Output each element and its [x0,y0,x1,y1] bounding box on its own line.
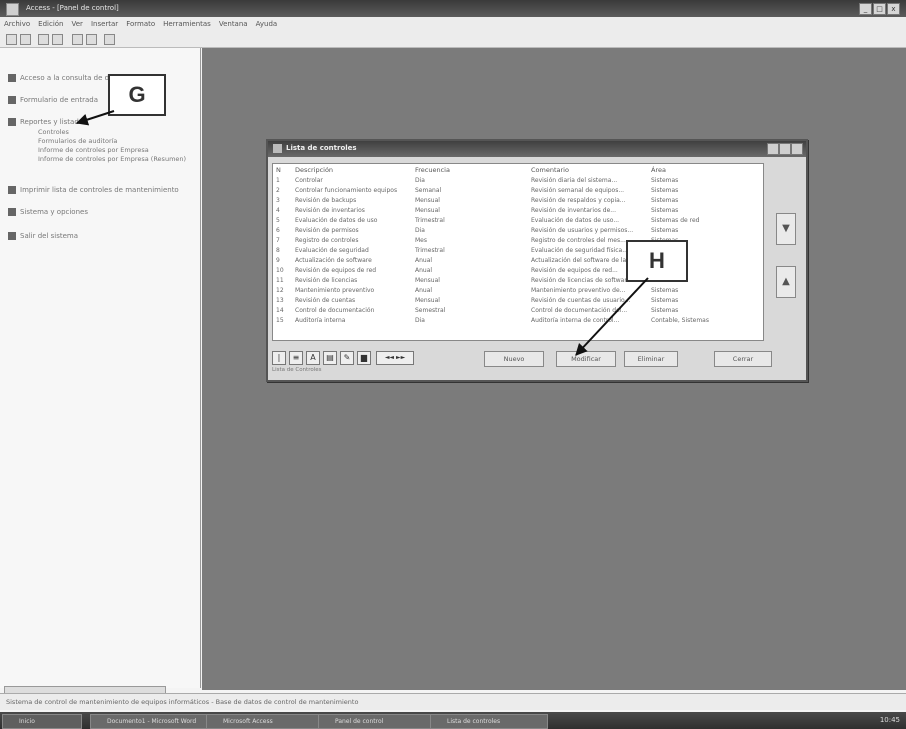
callout-h-arrow [575,277,649,356]
taskbar-item-panel[interactable]: Panel de control [318,714,436,729]
status-bar: Sistema de control de mantenimiento de e… [0,693,906,710]
taskbar: Inicio Documento1 - Microsoft Word Micro… [0,712,906,729]
status-text: Sistema de control de mantenimiento de e… [6,698,359,706]
callout-arrows [75,110,649,356]
taskbar-item-controls[interactable]: Lista de controles [430,714,548,729]
taskbar-item-access[interactable]: Microsoft Access [206,714,324,729]
taskbar-item-word[interactable]: Documento1 - Microsoft Word [90,714,208,729]
clock: 10:45 [879,716,900,724]
callout-g-arrow [75,110,115,126]
start-button[interactable]: Inicio [2,714,82,729]
